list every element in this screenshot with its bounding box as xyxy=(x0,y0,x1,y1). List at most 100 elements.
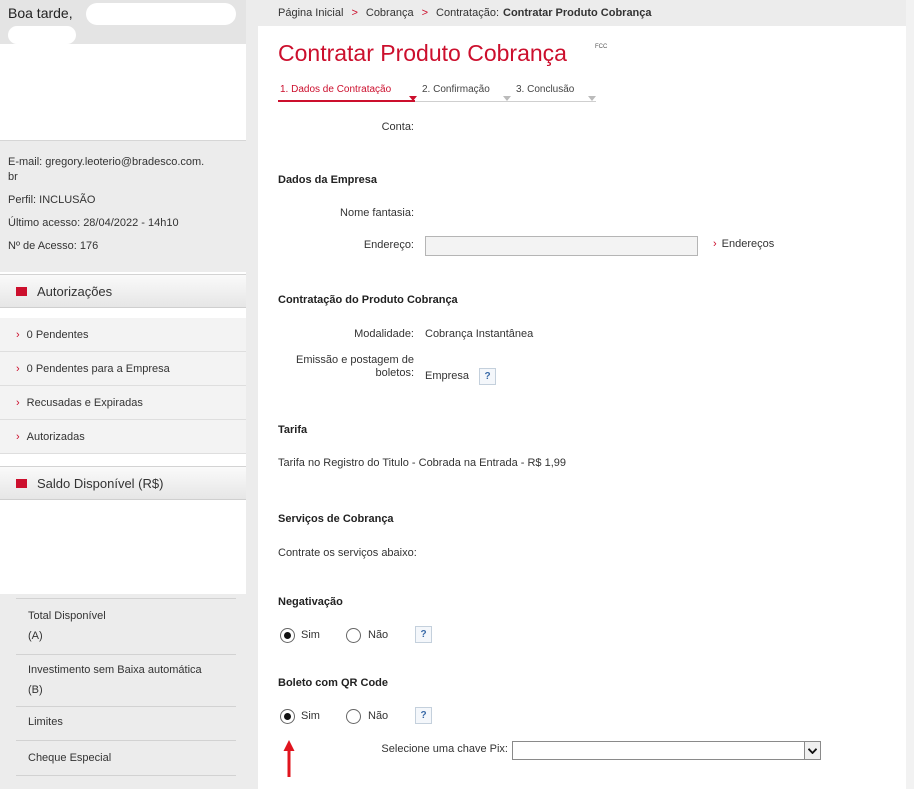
authorizations-title: Autorizações xyxy=(37,283,113,299)
balance-item-overdraft[interactable]: Cheque Especial xyxy=(16,748,234,768)
red-square-icon xyxy=(16,478,27,488)
sidebar-item-label: 0 Pendentes para a Empresa xyxy=(26,362,170,375)
divider xyxy=(16,706,236,707)
redacted-name-mask xyxy=(86,3,236,25)
balance-item-label: Cheque Especial xyxy=(28,752,112,764)
sidebar-blank-area-2 xyxy=(0,502,246,594)
balance-item-label: Limites xyxy=(28,716,63,728)
red-square-icon xyxy=(16,286,27,296)
negativation-yes-radio[interactable] xyxy=(280,628,295,643)
sidebar: Boa tarde, E-mail: gregory.leoterio@brad… xyxy=(0,0,246,789)
user-last-access: Último acesso: 28/04/2022 - 14h10 xyxy=(8,217,179,229)
step-confirmation[interactable]: 2. Confirmação xyxy=(422,84,490,95)
address-field[interactable] xyxy=(425,236,698,256)
negativation-no-radio[interactable] xyxy=(346,628,361,643)
divider xyxy=(16,740,236,741)
sidebar-item-label: 0 Pendentes xyxy=(26,328,89,341)
authorizations-list: › 0 Pendentes › 0 Pendentes para a Empre… xyxy=(0,318,246,454)
chevron-right-icon: › xyxy=(713,238,717,250)
right-edge-strip xyxy=(906,0,914,789)
breadcrumb-current: Contratar Produto Cobrança xyxy=(503,7,652,19)
greeting-text: Boa tarde, xyxy=(8,5,73,21)
breadcrumb-separator: > xyxy=(351,7,358,19)
issuance-label: Emissão e postagem de boletos: xyxy=(296,354,414,380)
user-email: E-mail: gregory.leoterio@bradesco.com.br xyxy=(8,156,205,183)
qr-boleto-section-title: Boleto com QR Code xyxy=(278,677,389,689)
column-divider xyxy=(246,0,258,789)
help-icon[interactable]: ? xyxy=(415,626,432,643)
sidebar-item-pending-company[interactable]: › 0 Pendentes para a Empresa xyxy=(0,352,246,386)
sidebar-item-authorized[interactable]: › Autorizadas xyxy=(0,420,246,454)
balance-item-label: Total Disponível xyxy=(28,610,106,622)
chevron-right-icon: › xyxy=(16,430,20,443)
chevron-right-icon: › xyxy=(16,328,20,341)
trade-name-label: Nome fantasia: xyxy=(340,207,414,219)
balance-item-investment[interactable]: Investimento sem Baixa automática (B) xyxy=(16,660,234,700)
user-profile: Perfil: INCLUSÃO xyxy=(8,194,96,206)
help-icon[interactable]: ? xyxy=(479,368,496,385)
breadcrumb-current-prefix: Contratação: xyxy=(436,7,499,19)
qr-boleto-no-radio[interactable] xyxy=(346,709,361,724)
step-data[interactable]: 1. Dados de Contratação xyxy=(280,84,391,95)
red-up-arrow-icon xyxy=(283,740,295,777)
modality-value: Cobrança Instantânea xyxy=(425,328,534,340)
help-icon[interactable]: ? xyxy=(415,707,432,724)
step-pointer-icon xyxy=(503,96,511,101)
negativation-section-title: Negativação xyxy=(278,596,343,608)
chevron-down-icon[interactable] xyxy=(804,742,820,759)
addresses-link[interactable]: › Endereços xyxy=(713,238,774,250)
negativation-yes-label: Sim xyxy=(301,629,320,641)
chevron-right-icon: › xyxy=(16,396,20,409)
balance-item-sub: (A) xyxy=(28,630,43,642)
breadcrumb: Página Inicial > Cobrança > Contratação:… xyxy=(258,0,906,26)
qr-boleto-yes-radio[interactable] xyxy=(280,709,295,724)
balance-list: Total Disponível (A) Investimento sem Ba… xyxy=(0,594,246,789)
issuance-label-line2: boletos: xyxy=(375,367,414,379)
greeting-bar: Boa tarde, xyxy=(0,0,246,44)
balance-item-total[interactable]: Total Disponível (A) xyxy=(16,606,234,646)
modality-label: Modalidade: xyxy=(354,328,414,340)
issuance-value: Empresa xyxy=(425,370,470,382)
balance-header[interactable]: Saldo Disponível (R$) xyxy=(0,466,246,500)
breadcrumb-separator: > xyxy=(421,7,429,19)
issuance-label-line1: Emissão e postagem de xyxy=(295,354,414,366)
step-conclusion[interactable]: 3. Conclusão xyxy=(516,84,574,95)
sidebar-item-label: Autorizadas xyxy=(26,430,85,443)
qr-boleto-yes-label: Sim xyxy=(301,710,320,722)
services-section-title: Serviços de Cobrança xyxy=(278,513,394,525)
page-title: Contratar Produto Cobrança xyxy=(278,40,567,66)
qr-boleto-no-label: Não xyxy=(368,710,389,722)
balance-title: Saldo Disponível (R$) xyxy=(37,475,164,491)
address-label: Endereço: xyxy=(363,239,414,251)
breadcrumb-home[interactable]: Página Inicial xyxy=(278,7,343,19)
chevron-right-icon: › xyxy=(16,362,20,375)
wizard-steps: 1. Dados de Contratação 2. Confirmação 3… xyxy=(278,84,596,102)
balance-item-sub: (B) xyxy=(28,684,43,696)
pix-key-select[interactable] xyxy=(512,741,821,760)
redacted-name-mask-2 xyxy=(8,26,76,44)
fee-section-title: Tarifa xyxy=(278,424,308,436)
account-label: Conta: xyxy=(381,121,414,133)
sidebar-item-label: Recusadas e Expiradas xyxy=(26,396,143,409)
sidebar-item-refused-expired[interactable]: › Recusadas e Expiradas xyxy=(0,386,246,420)
sidebar-item-pending[interactable]: › 0 Pendentes xyxy=(0,318,246,352)
user-access-count: Nº de Acesso: 176 xyxy=(8,240,99,252)
divider xyxy=(16,598,236,599)
company-section-title: Dados da Empresa xyxy=(278,174,378,186)
active-step-underline xyxy=(278,100,415,102)
step-pointer-icon xyxy=(588,96,596,101)
services-text: Contrate os serviços abaixo: xyxy=(278,547,417,559)
fee-text: Tarifa no Registro do Titulo - Cobrada n… xyxy=(278,457,566,469)
addresses-link-label: Endereços xyxy=(721,238,775,250)
sidebar-blank-area xyxy=(0,44,246,140)
negativation-no-label: Não xyxy=(368,629,389,641)
balance-item-label: Investimento sem Baixa automática xyxy=(28,664,202,676)
user-info-panel: E-mail: gregory.leoterio@bradesco.com.br… xyxy=(0,140,246,272)
pix-key-label: Selecione uma chave Pix: xyxy=(381,743,508,755)
balance-item-limits[interactable]: Limites xyxy=(16,712,234,732)
main-content: Página Inicial > Cobrança > Contratação:… xyxy=(258,0,906,789)
breadcrumb-billing[interactable]: Cobrança xyxy=(366,7,414,19)
authorizations-header[interactable]: Autorizações xyxy=(0,274,246,308)
product-section-title: Contratação do Produto Cobrança xyxy=(278,294,458,306)
divider xyxy=(16,654,236,655)
